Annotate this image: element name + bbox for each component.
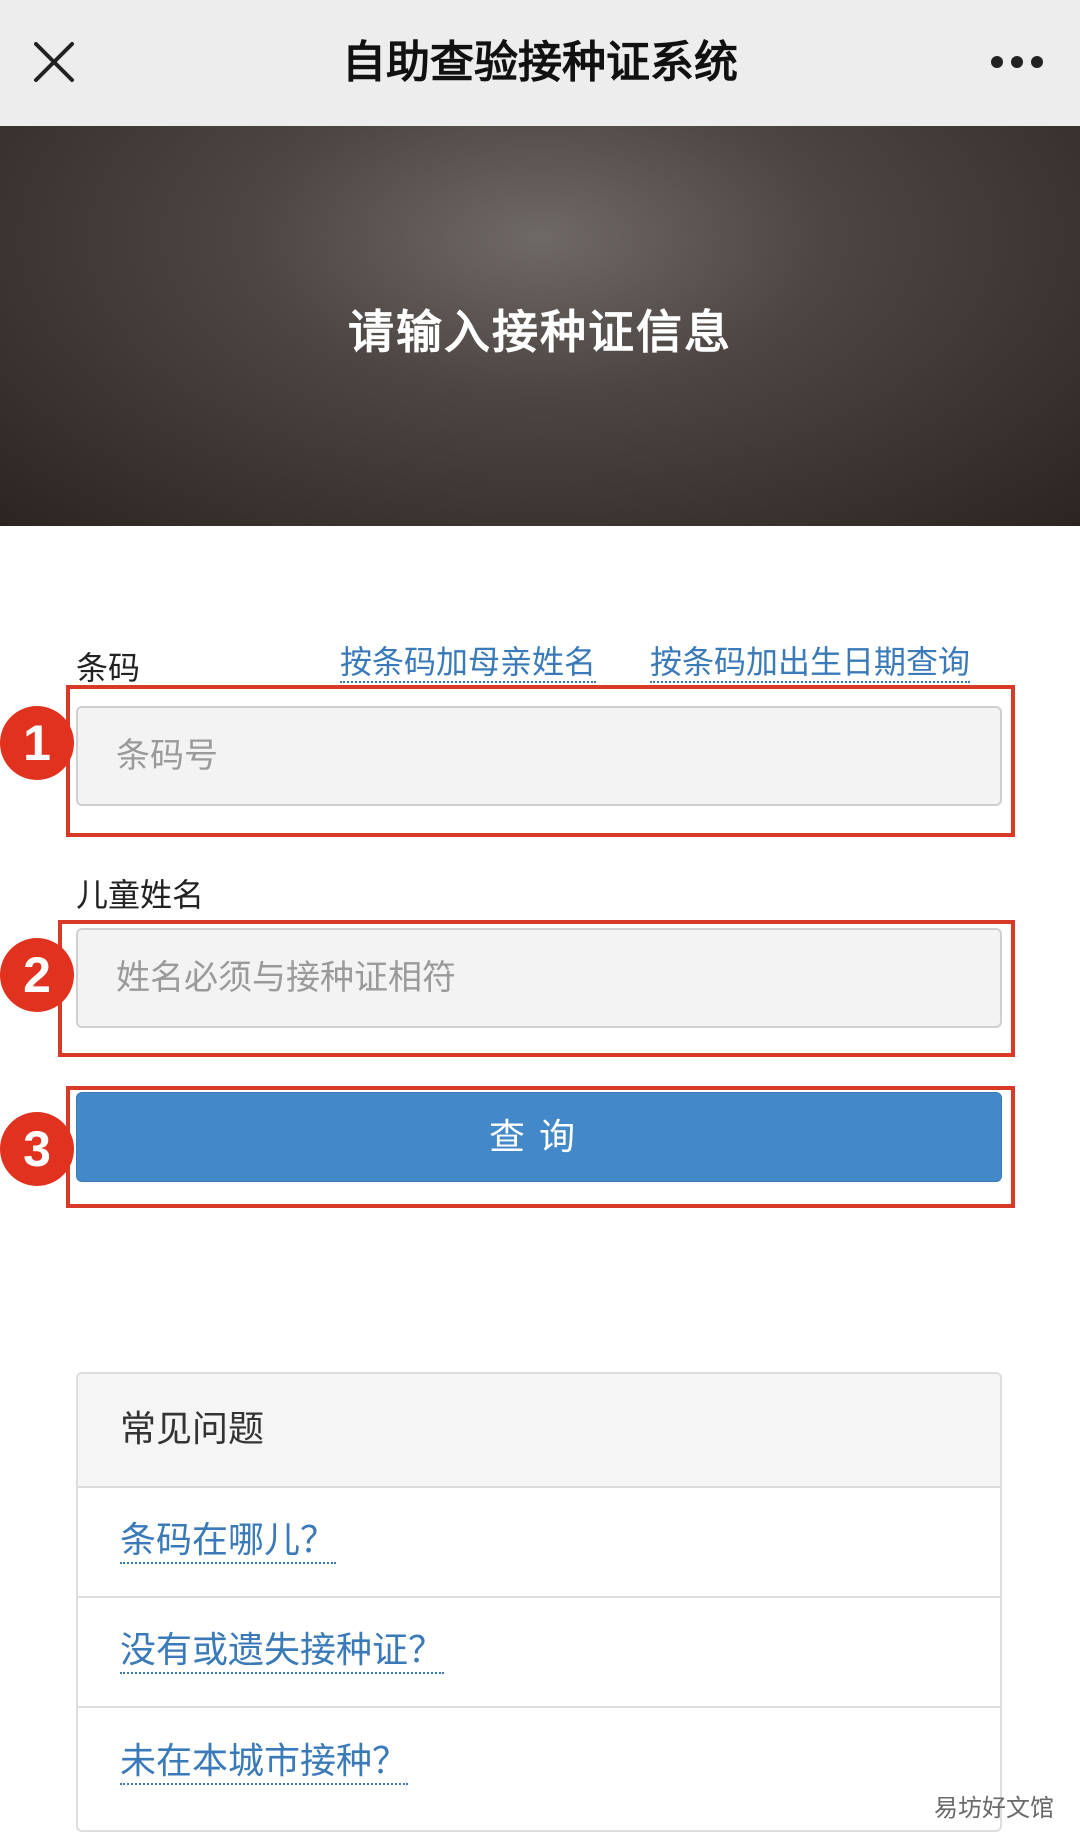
faq-link-lost-certificate[interactable]: 没有或遗失接种证？ — [120, 1630, 445, 1674]
faq-panel: 常见问题 条码在哪儿？ 没有或遗失接种证？ 未在本城市接种？ — [76, 1372, 1002, 1832]
faq-link-barcode-location[interactable]: 条码在哪儿？ — [120, 1520, 337, 1564]
callout-box-3 — [66, 1086, 1015, 1208]
barcode-label: 条码 — [76, 649, 141, 687]
top-nav-bar: 自助查验接种证系统 — [0, 0, 1080, 126]
faq-header: 常见问题 — [78, 1374, 1000, 1488]
faq-item: 未在本城市接种？ — [78, 1708, 1000, 1818]
close-button[interactable] — [28, 30, 80, 94]
child-name-label: 儿童姓名 — [76, 876, 205, 914]
callout-badge-3: 3 — [0, 1112, 74, 1186]
callout-badge-1: 1 — [0, 706, 74, 780]
faq-item: 条码在哪儿？ — [78, 1488, 1000, 1598]
callout-box-1 — [66, 685, 1015, 837]
faq-item: 没有或遗失接种证？ — [78, 1598, 1000, 1708]
more-dots-icon — [991, 56, 1043, 68]
close-icon — [34, 42, 74, 82]
header-banner: 请输入接种证信息 — [0, 126, 1080, 526]
barcode-mother-name-link[interactable]: 按条码加母亲姓名 — [340, 643, 597, 683]
banner-title: 请输入接种证信息 — [348, 305, 732, 359]
callout-badge-2: 2 — [0, 938, 74, 1012]
barcode-birth-date-link[interactable]: 按条码加出生日期查询 — [650, 643, 971, 683]
page-title: 自助查验接种证系统 — [342, 37, 738, 88]
faq-link-other-city[interactable]: 未在本城市接种？ — [120, 1741, 409, 1785]
watermark: 易坊好文馆 — [934, 1794, 1054, 1822]
callout-box-2 — [58, 920, 1015, 1057]
more-button[interactable] — [982, 30, 1052, 94]
